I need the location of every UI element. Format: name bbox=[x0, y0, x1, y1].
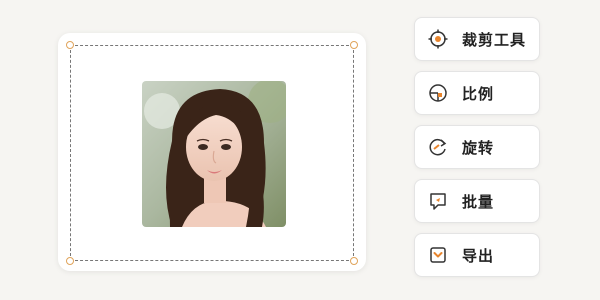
ratio-button[interactable]: 比例 bbox=[414, 71, 540, 115]
ratio-label: 比例 bbox=[462, 84, 495, 103]
crop-tool-button[interactable]: 裁剪工具 bbox=[414, 17, 540, 61]
crosshair-icon bbox=[428, 29, 448, 49]
canvas-panel bbox=[58, 33, 366, 271]
rotate-label: 旋转 bbox=[462, 138, 495, 157]
rotate-icon bbox=[428, 137, 448, 157]
tool-panel: 裁剪工具 比例 旋转 批量 导出 bbox=[414, 17, 540, 287]
export-icon bbox=[428, 245, 448, 265]
batch-icon bbox=[428, 191, 448, 211]
ratio-icon bbox=[428, 83, 448, 103]
rotate-button[interactable]: 旋转 bbox=[414, 125, 540, 169]
export-button[interactable]: 导出 bbox=[414, 233, 540, 277]
crop-handle-bottom-right[interactable] bbox=[350, 257, 358, 265]
crop-handle-bottom-left[interactable] bbox=[66, 257, 74, 265]
export-label: 导出 bbox=[462, 246, 495, 265]
crop-handle-top-left[interactable] bbox=[66, 41, 74, 49]
portrait-photo bbox=[142, 81, 286, 227]
batch-button[interactable]: 批量 bbox=[414, 179, 540, 223]
crop-tool-label: 裁剪工具 bbox=[462, 30, 527, 49]
batch-label: 批量 bbox=[462, 192, 495, 211]
crop-handle-top-right[interactable] bbox=[350, 41, 358, 49]
